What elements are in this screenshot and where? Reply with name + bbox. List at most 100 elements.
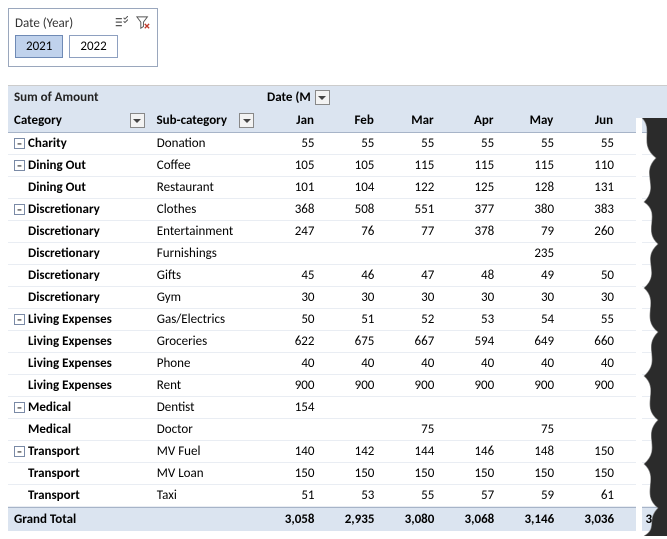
table-row: Living ExpensesGroceries6226756675946496…	[8, 331, 667, 353]
value-cell: 649	[500, 331, 560, 352]
value-cell: 40	[500, 353, 560, 374]
value-cell-cutoff	[620, 265, 667, 286]
category-cell: Living Expenses	[8, 375, 151, 396]
month-header-jan: Jan	[260, 109, 320, 132]
value-cell: 377	[440, 199, 500, 220]
category-label: Discretionary	[28, 290, 100, 305]
table-row: −CharityDonation555555555555	[8, 133, 667, 155]
table-row: DiscretionaryGym303030303030	[8, 287, 667, 309]
grand-total-value: 3,058	[261, 508, 321, 531]
value-cell: 55	[380, 133, 440, 154]
category-cell: Dining Out	[8, 177, 151, 198]
value-cell: 150	[261, 463, 321, 484]
category-cell: −Medical	[8, 397, 151, 418]
value-cell	[440, 419, 500, 440]
category-cell: −Discretionary	[8, 199, 151, 220]
grand-total-label: Grand Total	[8, 508, 261, 531]
table-row: Living ExpensesPhone404040404040	[8, 353, 667, 375]
value-cell: 115	[500, 155, 560, 176]
value-cell: 30	[321, 287, 381, 308]
value-cell: 30	[261, 287, 321, 308]
clear-filter-icon[interactable]	[135, 15, 151, 31]
subcategory-cell: MV Loan	[151, 463, 261, 484]
collapse-icon[interactable]: −	[14, 160, 25, 171]
category-cell: Living Expenses	[8, 353, 151, 374]
value-cell: 55	[500, 133, 560, 154]
value-cell: 247	[261, 221, 321, 242]
collapse-icon[interactable]: −	[14, 314, 25, 325]
collapse-icon[interactable]: −	[14, 204, 25, 215]
category-cell: Discretionary	[8, 265, 151, 286]
grand-total-value: 2,935	[321, 508, 381, 531]
slicer-title: Date (Year)	[15, 16, 107, 31]
category-cell: Discretionary	[8, 221, 151, 242]
value-cell-cutoff	[620, 155, 667, 176]
measure-label: Sum of Amount	[8, 86, 261, 109]
value-cell: 46	[321, 265, 381, 286]
value-cell: 115	[380, 155, 440, 176]
value-cell: 59	[500, 485, 560, 506]
value-cell-cutoff	[620, 441, 667, 462]
collapse-icon[interactable]: −	[14, 402, 25, 413]
subcategory-cell: Restaurant	[151, 177, 261, 198]
value-cell: 55	[560, 309, 620, 330]
category-cell: Transport	[8, 463, 151, 484]
value-cell: 140	[261, 441, 321, 462]
value-cell: 55	[261, 133, 321, 154]
value-cell-cutoff	[620, 199, 667, 220]
subcategory-cell: Gifts	[151, 265, 261, 286]
collapse-icon[interactable]: −	[14, 138, 25, 149]
grand-total-cutoff: 3,0	[620, 508, 667, 531]
category-cell: Discretionary	[8, 287, 151, 308]
value-cell: 45	[261, 265, 321, 286]
value-cell	[500, 397, 560, 418]
table-row: DiscretionaryEntertainment24776773787926…	[8, 221, 667, 243]
column-field-label: Date (M	[267, 90, 311, 105]
column-field-dropdown[interactable]	[315, 90, 330, 105]
category-label: Transport	[28, 488, 80, 503]
value-cell: 105	[261, 155, 321, 176]
value-cell-cutoff	[620, 463, 667, 484]
value-cell: 150	[560, 463, 620, 484]
value-cell-cutoff	[620, 419, 667, 440]
value-cell: 383	[560, 199, 620, 220]
subcategory-cell: Taxi	[151, 485, 261, 506]
slicer-item-2022[interactable]: 2022	[69, 35, 117, 58]
value-cell: 61	[560, 485, 620, 506]
value-cell: 47	[380, 265, 440, 286]
value-cell-cutoff	[620, 133, 667, 154]
value-cell	[440, 243, 500, 264]
multiselect-icon[interactable]	[113, 15, 129, 31]
value-cell-cutoff	[620, 485, 667, 506]
value-cell-cutoff	[620, 397, 667, 418]
value-cell: 53	[321, 485, 381, 506]
value-cell: 75	[500, 419, 560, 440]
subcategory-cell: MV Fuel	[151, 441, 261, 462]
value-cell-cutoff	[620, 309, 667, 330]
subcategory-cell: Clothes	[151, 199, 261, 220]
subcategory-dropdown[interactable]	[239, 113, 254, 128]
value-cell: 150	[380, 463, 440, 484]
value-cell	[380, 397, 440, 418]
value-cell: 49	[500, 265, 560, 286]
value-cell: 131	[560, 177, 620, 198]
category-dropdown[interactable]	[130, 113, 145, 128]
value-cell: 52	[380, 309, 440, 330]
table-row: Living ExpensesRent900900900900900900	[8, 375, 667, 397]
category-cell: Discretionary	[8, 243, 151, 264]
date-year-slicer: Date (Year) 2021 2022	[8, 8, 158, 67]
value-cell: 48	[440, 265, 500, 286]
category-label: Transport	[28, 466, 80, 481]
value-cell: 51	[261, 485, 321, 506]
value-cell	[321, 397, 381, 418]
grand-total-value: 3,036	[560, 508, 620, 531]
collapse-icon[interactable]: −	[14, 446, 25, 457]
category-label: Discretionary	[28, 224, 100, 239]
value-cell-cutoff	[620, 375, 667, 396]
value-cell-cutoff	[620, 177, 667, 198]
value-cell: 378	[440, 221, 500, 242]
value-cell: 75	[380, 419, 440, 440]
value-cell-cutoff	[620, 221, 667, 242]
slicer-item-2021[interactable]: 2021	[15, 35, 63, 58]
value-cell: 53	[440, 309, 500, 330]
